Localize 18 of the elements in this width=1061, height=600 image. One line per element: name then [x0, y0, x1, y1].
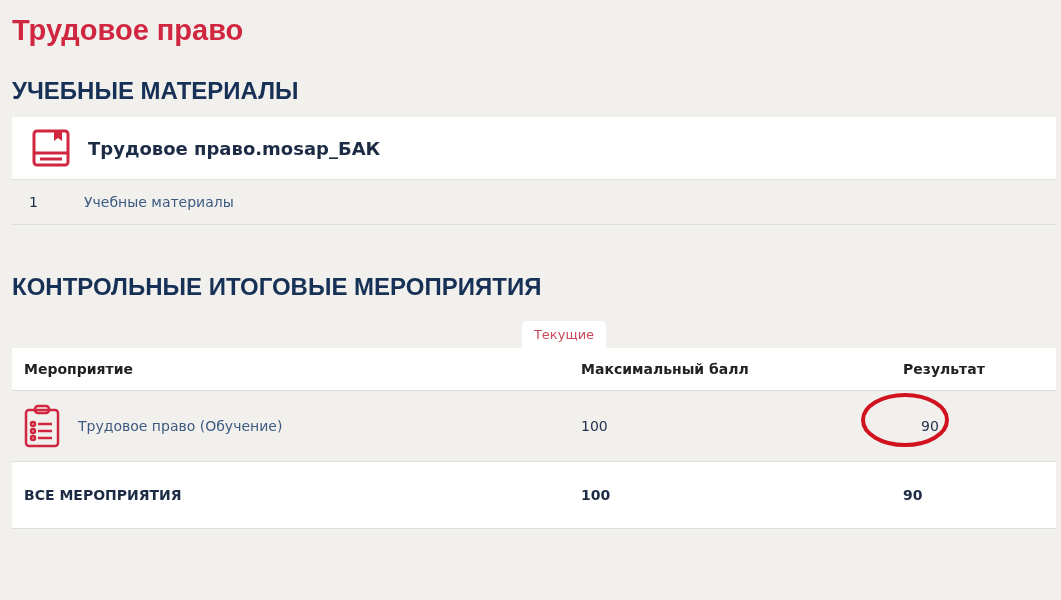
- section-heading: КОНТРОЛЬНЫЕ ИТОГОВЫЕ МЕРОПРИЯТИЯ: [12, 273, 543, 301]
- activity-link[interactable]: Трудовое право (Обучение): [78, 418, 283, 434]
- tab[interactable]: Текущие: [521, 321, 607, 348]
- section-heading: УЧЕБНЫЕ МАТЕРИАЛЫ: [12, 77, 300, 105]
- book-icon: [32, 129, 70, 167]
- table-cell-text: ВСЕ МЕРОПРИЯТИЯ: [23, 487, 183, 503]
- item-number: 1: [28, 194, 39, 210]
- table-cell: 90: [921, 418, 939, 434]
- materials-link[interactable]: Учебные материалы: [84, 194, 234, 210]
- table-cell-text: 100: [581, 487, 612, 503]
- column-header: Максимальный балл: [581, 361, 750, 377]
- page-title: Трудовое право: [12, 14, 245, 47]
- table-cell-text: 90: [903, 487, 924, 503]
- clipboard-icon: [24, 404, 60, 448]
- column-header: Результат: [903, 361, 986, 377]
- course-name: Трудовое право.mosap_БАК: [88, 137, 381, 159]
- column-header: Мероприятие: [23, 361, 134, 377]
- table-cell-text: 100: [581, 418, 609, 434]
